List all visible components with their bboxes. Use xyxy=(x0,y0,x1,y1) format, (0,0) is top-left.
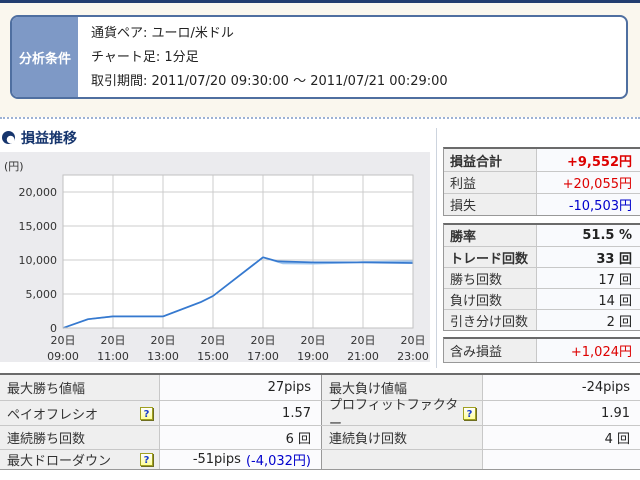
row-value: -51pips (-4,032円) xyxy=(160,450,322,469)
row-value: 27pips xyxy=(160,375,322,400)
analysis-report-page: 分析条件 通貨ペア: ユーロ/米ドル チャート足: 1分足 取引期間: 2011… xyxy=(0,0,640,480)
unrealized-pl-table: 含み損益 +1,024円 xyxy=(443,337,640,363)
row-label: トレード回数 xyxy=(444,247,537,267)
condition-chart-timeframe: チャート足: 1分足 xyxy=(91,46,448,70)
detail-metrics-table: 最大勝ち値幅 27pips 最大負け値幅 -24pips ペイオフレシオ ? 1… xyxy=(0,373,640,470)
row-value: 2 回 xyxy=(537,310,640,330)
row-value: +9,552円 xyxy=(537,149,640,171)
x-axis-tick-label: 20日23:00 xyxy=(390,333,436,365)
table-row: 利益 +20,055円 xyxy=(444,171,640,193)
help-icon[interactable]: ? xyxy=(140,407,153,420)
table-row: ペイオフレシオ ? 1.57 プロフィットファクター ? 1.91 xyxy=(0,400,640,425)
row-label: 勝率 xyxy=(444,225,537,246)
table-row: 勝率 51.5 % xyxy=(444,225,640,246)
table-row: 含み損益 +1,024円 xyxy=(444,339,640,362)
row-label: 損益合計 xyxy=(444,149,537,171)
help-icon[interactable]: ? xyxy=(463,407,476,420)
x-axis-tick-label: 20日11:00 xyxy=(90,333,136,365)
analysis-conditions-box: 分析条件 通貨ペア: ユーロ/米ドル チャート足: 1分足 取引期間: 2011… xyxy=(10,15,628,99)
analysis-conditions-label: 分析条件 xyxy=(12,17,78,97)
row-value: 6 回 xyxy=(160,426,322,449)
vertical-divider xyxy=(436,128,437,368)
row-label: 最大ドローダウン ? xyxy=(0,450,160,469)
table-row: 損失 -10,503円 xyxy=(444,193,640,215)
row-label: 利益 xyxy=(444,172,537,193)
table-row: 勝ち回数 17 回 xyxy=(444,267,640,288)
row-label: 引き分け回数 xyxy=(444,310,537,330)
row-label: 負け回数 xyxy=(444,289,537,309)
row-label-text: ペイオフレシオ xyxy=(7,404,98,423)
row-label: 連続負け回数 xyxy=(322,426,483,449)
y-axis-tick-label: 15,000 xyxy=(0,220,57,233)
row-value: 14 回 xyxy=(537,289,640,309)
row-label: 損失 xyxy=(444,194,537,215)
table-row: 負け回数 14 回 xyxy=(444,288,640,309)
row-value: 1.57 xyxy=(160,401,322,425)
row-value: 17 回 xyxy=(537,268,640,288)
row-label: 含み損益 xyxy=(444,339,537,362)
y-axis-tick-label: 10,000 xyxy=(0,254,57,267)
row-label-text: 最大ドローダウン xyxy=(7,450,111,469)
pl-summary-table: 損益合計 +9,552円 利益 +20,055円 損失 -10,503円 xyxy=(443,147,640,216)
analysis-conditions-body: 通貨ペア: ユーロ/米ドル チャート足: 1分足 取引期間: 2011/07/2… xyxy=(78,17,448,97)
row-value-yen: (-4,032円) xyxy=(246,450,311,469)
dotted-separator xyxy=(0,117,640,119)
row-value-pips: -51pips xyxy=(193,452,241,467)
row-value: 51.5 % xyxy=(537,225,640,246)
pl-chart-svg xyxy=(0,152,430,362)
row-value: 33 回 xyxy=(537,247,640,267)
pl-chart-panel: (円) 05,00010,00015,00020,00020日09:0020日1… xyxy=(0,152,430,362)
x-axis-tick-label: 20日21:00 xyxy=(340,333,386,365)
table-row: 最大ドローダウン ? -51pips (-4,032円) xyxy=(0,449,640,469)
table-row: 最大勝ち値幅 27pips 最大負け値幅 -24pips xyxy=(0,375,640,400)
row-value: +1,024円 xyxy=(537,339,640,362)
row-label: 最大勝ち値幅 xyxy=(0,375,160,400)
condition-currency-pair: 通貨ペア: ユーロ/米ドル xyxy=(91,22,448,46)
table-row: 連続勝ち回数 6 回 連続負け回数 4 回 xyxy=(0,425,640,449)
x-axis-tick-label: 20日13:00 xyxy=(140,333,186,365)
row-value: +20,055円 xyxy=(537,172,640,193)
help-icon[interactable]: ? xyxy=(140,453,153,466)
row-value-empty xyxy=(483,450,640,469)
y-axis-tick-label: 5,000 xyxy=(0,288,57,301)
section-bullet-icon xyxy=(2,131,15,144)
row-value: -24pips xyxy=(483,375,640,400)
table-row: トレード回数 33 回 xyxy=(444,246,640,267)
x-axis-tick-label: 20日17:00 xyxy=(240,333,286,365)
x-axis-tick-label: 20日15:00 xyxy=(190,333,236,365)
win-rate-table: 勝率 51.5 % トレード回数 33 回 勝ち回数 17 回 負け回数 14 … xyxy=(443,223,640,331)
row-value: 4 回 xyxy=(483,426,640,449)
x-axis-tick-label: 20日19:00 xyxy=(290,333,336,365)
table-row: 損益合計 +9,552円 xyxy=(444,149,640,171)
x-axis-tick-label: 20日09:00 xyxy=(40,333,86,365)
row-label: 勝ち回数 xyxy=(444,268,537,288)
y-axis-tick-label: 20,000 xyxy=(0,186,57,199)
row-value: -10,503円 xyxy=(537,194,640,215)
row-value: 1.91 xyxy=(483,401,640,425)
section-title: 損益推移 xyxy=(21,128,77,148)
condition-trade-period: 取引期間: 2011/07/20 09:30:00 ～ 2011/07/21 0… xyxy=(91,70,448,94)
row-label: プロフィットファクター ? xyxy=(322,401,483,425)
row-label-empty xyxy=(322,450,483,469)
table-row: 引き分け回数 2 回 xyxy=(444,309,640,330)
row-label: ペイオフレシオ ? xyxy=(0,401,160,425)
row-label: 連続勝ち回数 xyxy=(0,426,160,449)
section-header: 損益推移 xyxy=(2,129,77,146)
